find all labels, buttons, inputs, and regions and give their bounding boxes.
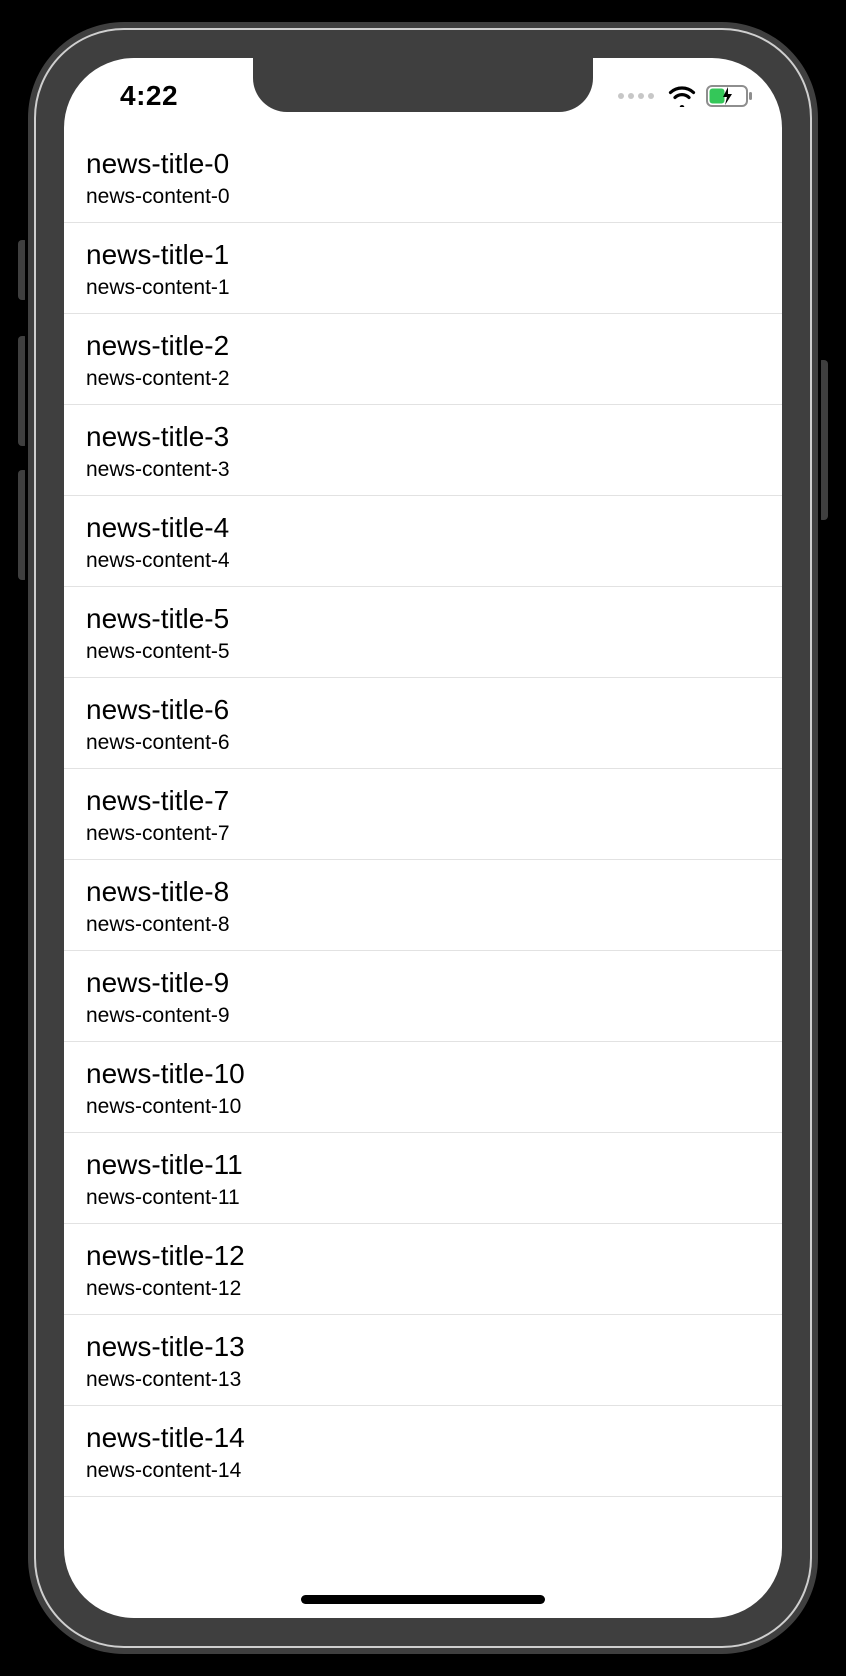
list-item-title: news-title-14 bbox=[86, 1420, 760, 1455]
list-item[interactable]: news-title-10 news-content-10 bbox=[64, 1042, 782, 1133]
device-side-button bbox=[18, 470, 28, 580]
list-item[interactable]: news-title-8 news-content-8 bbox=[64, 860, 782, 951]
list-item-title: news-title-0 bbox=[86, 146, 760, 181]
list-item-content: news-content-7 bbox=[86, 822, 760, 846]
list-item-content: news-content-3 bbox=[86, 458, 760, 482]
device-frame: 4:22 news-title-0 bbox=[28, 22, 818, 1654]
list-item-title: news-title-2 bbox=[86, 328, 760, 363]
list-item-title: news-title-9 bbox=[86, 965, 760, 1000]
list-item-title: news-title-6 bbox=[86, 692, 760, 727]
wifi-icon bbox=[668, 85, 696, 107]
device-screen: 4:22 news-title-0 bbox=[64, 58, 782, 1618]
list-item-title: news-title-5 bbox=[86, 601, 760, 636]
list-item[interactable]: news-title-11 news-content-11 bbox=[64, 1133, 782, 1224]
device-side-button bbox=[818, 360, 828, 520]
list-item[interactable]: news-title-12 news-content-12 bbox=[64, 1224, 782, 1315]
list-item[interactable]: news-title-1 news-content-1 bbox=[64, 223, 782, 314]
cellular-dots-icon bbox=[618, 93, 654, 99]
status-icons bbox=[618, 84, 754, 108]
list-item-title: news-title-13 bbox=[86, 1329, 760, 1364]
list-item-content: news-content-9 bbox=[86, 1004, 760, 1028]
list-item-title: news-title-3 bbox=[86, 419, 760, 454]
list-item-content: news-content-8 bbox=[86, 913, 760, 937]
list-item-content: news-content-11 bbox=[86, 1186, 760, 1210]
list-item[interactable]: news-title-4 news-content-4 bbox=[64, 496, 782, 587]
list-item[interactable]: news-title-5 news-content-5 bbox=[64, 587, 782, 678]
device-side-button bbox=[18, 240, 28, 300]
home-indicator[interactable] bbox=[301, 1595, 545, 1604]
list-item[interactable]: news-title-3 news-content-3 bbox=[64, 405, 782, 496]
list-item-title: news-title-8 bbox=[86, 874, 760, 909]
list-item-title: news-title-7 bbox=[86, 783, 760, 818]
list-item-content: news-content-10 bbox=[86, 1095, 760, 1119]
list-item-content: news-content-14 bbox=[86, 1459, 760, 1483]
list-item[interactable]: news-title-6 news-content-6 bbox=[64, 678, 782, 769]
device-side-button bbox=[18, 336, 28, 446]
news-list[interactable]: news-title-0 news-content-0 news-title-1… bbox=[64, 136, 782, 1618]
list-item[interactable]: news-title-7 news-content-7 bbox=[64, 769, 782, 860]
list-item-title: news-title-10 bbox=[86, 1056, 760, 1091]
battery-charging-icon bbox=[706, 84, 754, 108]
list-item[interactable]: news-title-13 news-content-13 bbox=[64, 1315, 782, 1406]
list-item[interactable]: news-title-0 news-content-0 bbox=[64, 136, 782, 223]
list-item-content: news-content-4 bbox=[86, 549, 760, 573]
status-time: 4:22 bbox=[120, 80, 178, 112]
list-item[interactable]: news-title-14 news-content-14 bbox=[64, 1406, 782, 1497]
list-item-title: news-title-11 bbox=[86, 1147, 760, 1182]
list-item-content: news-content-1 bbox=[86, 276, 760, 300]
list-item-content: news-content-12 bbox=[86, 1277, 760, 1301]
list-item-content: news-content-5 bbox=[86, 640, 760, 664]
list-item[interactable]: news-title-9 news-content-9 bbox=[64, 951, 782, 1042]
list-item-content: news-content-0 bbox=[86, 185, 760, 209]
list-item-content: news-content-2 bbox=[86, 367, 760, 391]
list-item-content: news-content-6 bbox=[86, 731, 760, 755]
list-item[interactable]: news-title-2 news-content-2 bbox=[64, 314, 782, 405]
list-item-title: news-title-4 bbox=[86, 510, 760, 545]
list-item-content: news-content-13 bbox=[86, 1368, 760, 1392]
list-item-title: news-title-1 bbox=[86, 237, 760, 272]
list-item-title: news-title-12 bbox=[86, 1238, 760, 1273]
device-notch bbox=[253, 58, 593, 112]
